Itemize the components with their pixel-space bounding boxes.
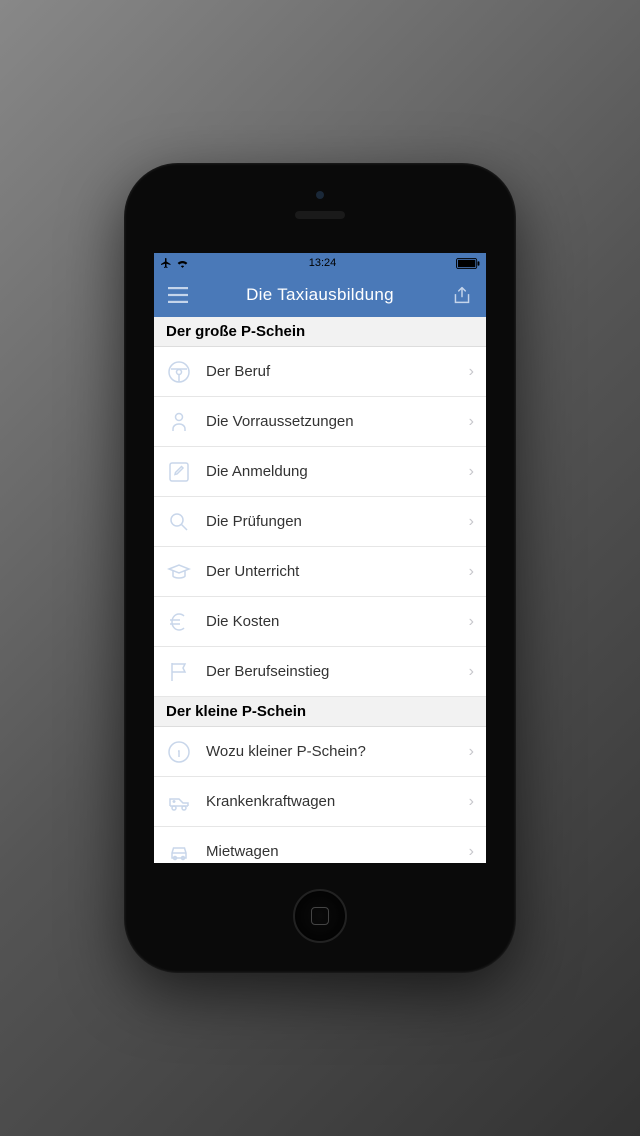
list-item-pruefungen[interactable]: Die Prüfungen › (154, 497, 486, 547)
list-item-label: Wozu kleiner P-Schein? (206, 743, 469, 760)
screen: 13:24 Die Taxiausbildung Der große P-Sch… (154, 253, 486, 863)
chevron-right-icon: › (469, 463, 474, 481)
list-item-anmeldung[interactable]: Die Anmeldung › (154, 447, 486, 497)
nav-bar: Die Taxiausbildung (154, 273, 486, 317)
page-title: Die Taxiausbildung (246, 285, 394, 305)
steering-wheel-icon (166, 359, 192, 385)
list-item-unterricht[interactable]: Der Unterricht › (154, 547, 486, 597)
list-item-label: Die Vorraussetzungen (206, 413, 469, 430)
section-header: Der kleine P-Schein (154, 697, 486, 727)
list-item-label: Die Kosten (206, 613, 469, 630)
info-icon (166, 739, 192, 765)
list-item-beruf[interactable]: Der Beruf › (154, 347, 486, 397)
phone-device-frame: 13:24 Die Taxiausbildung Der große P-Sch… (124, 163, 516, 973)
content-list[interactable]: Der große P-Schein Der Beruf › Die Vorra… (154, 317, 486, 863)
car-icon (166, 839, 192, 864)
menu-button[interactable] (166, 283, 190, 307)
list-item-berufseinstieg[interactable]: Der Berufseinstieg › (154, 647, 486, 697)
chevron-right-icon: › (469, 663, 474, 681)
list-item-label: Der Berufseinstieg (206, 663, 469, 680)
person-icon (166, 409, 192, 435)
list-item-krankenkraftwagen[interactable]: Krankenkraftwagen › (154, 777, 486, 827)
status-bar: 13:24 (154, 253, 486, 273)
list-item-label: Der Beruf (206, 363, 469, 380)
home-button[interactable] (293, 889, 347, 943)
device-speaker (295, 211, 345, 219)
list-item-label: Die Anmeldung (206, 463, 469, 480)
edit-icon (166, 459, 192, 485)
chevron-right-icon: › (469, 613, 474, 631)
chevron-right-icon: › (469, 513, 474, 531)
list-item-mietwagen[interactable]: Mietwagen › (154, 827, 486, 863)
flag-icon (166, 659, 192, 685)
list-item-label: Mietwagen (206, 843, 469, 860)
device-camera (316, 191, 324, 199)
chevron-right-icon: › (469, 563, 474, 581)
status-right (456, 258, 480, 269)
magnifier-icon (166, 509, 192, 535)
ambulance-icon (166, 789, 192, 815)
section-header: Der große P-Schein (154, 317, 486, 347)
battery-icon (456, 258, 480, 269)
list-item-wozu[interactable]: Wozu kleiner P-Schein? › (154, 727, 486, 777)
graduation-cap-icon (166, 559, 192, 585)
chevron-right-icon: › (469, 843, 474, 861)
status-time: 13:24 (309, 257, 337, 269)
chevron-right-icon: › (469, 743, 474, 761)
list-item-label: Krankenkraftwagen (206, 793, 469, 810)
list-item-kosten[interactable]: Die Kosten › (154, 597, 486, 647)
list-item-voraussetzungen[interactable]: Die Vorraussetzungen › (154, 397, 486, 447)
airplane-mode-icon (160, 257, 172, 269)
wifi-icon (176, 258, 189, 268)
chevron-right-icon: › (469, 363, 474, 381)
chevron-right-icon: › (469, 413, 474, 431)
euro-icon (166, 609, 192, 635)
chevron-right-icon: › (469, 793, 474, 811)
share-button[interactable] (450, 283, 474, 307)
list-item-label: Der Unterricht (206, 563, 469, 580)
list-item-label: Die Prüfungen (206, 513, 469, 530)
status-left (160, 257, 189, 269)
